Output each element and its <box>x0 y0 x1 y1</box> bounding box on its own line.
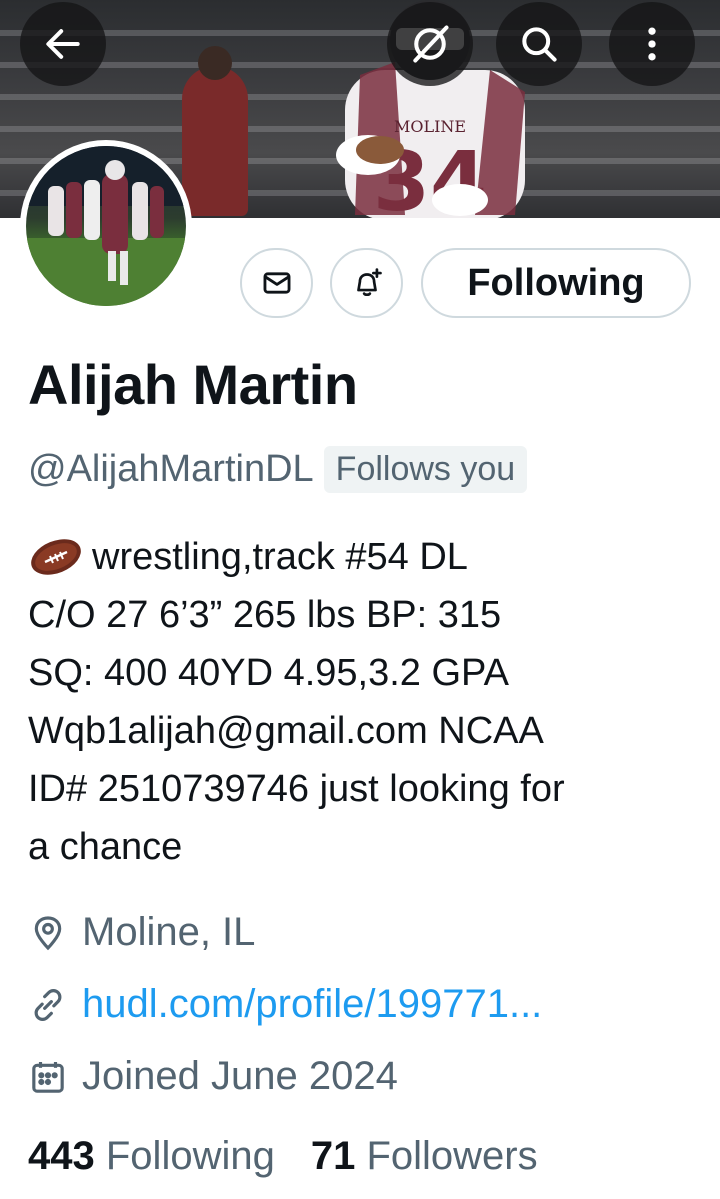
bio-text-line-3: SQ: 400 40YD 4.95,3.2 GPA <box>28 652 509 694</box>
bio-text-line-5: ID# 2510739746 just looking for <box>28 768 565 810</box>
website-link[interactable]: hudl.com/profile/199771... <box>82 982 542 1027</box>
football-emoji-icon <box>31 539 81 575</box>
profile-bio: wrestling,track #54 DL C/O 27 6’3” 265 l… <box>28 528 698 876</box>
more-vertical-icon <box>648 27 656 61</box>
follows-you-badge: Follows you <box>323 446 528 493</box>
search-icon <box>522 27 557 62</box>
joined-date: Joined June 2024 <box>82 1054 398 1098</box>
location-row: Moline, IL <box>28 910 255 955</box>
calendar-icon <box>32 1061 64 1093</box>
followers-count: 71 <box>310 1134 356 1178</box>
bio-text-line-6: a chance <box>28 826 183 868</box>
grok-button[interactable] <box>387 2 473 86</box>
user-handle: @AlijahMartinDL <box>28 448 314 490</box>
display-name: Alijah Martin <box>28 353 358 416</box>
bio-text-line-2: C/O 27 6’3” 265 lbs BP: 315 <box>28 594 502 636</box>
followers-label: Followers <box>366 1134 538 1178</box>
follow-stats: 443 Following 71 Followers <box>28 1134 574 1179</box>
location-pin-icon <box>34 915 62 950</box>
following-label: Following <box>105 1134 275 1178</box>
handle-row: @AlijahMartinDL Follows you <box>28 446 528 493</box>
search-button[interactable] <box>496 2 582 86</box>
website-row[interactable]: hudl.com/profile/199771... <box>28 982 542 1027</box>
followers-stat[interactable]: 71 Followers <box>311 1134 538 1179</box>
bio-text-line-1: wrestling,track #54 DL <box>92 536 468 578</box>
following-stat[interactable]: 443 Following <box>28 1134 275 1179</box>
more-options-button[interactable] <box>609 2 695 86</box>
notify-button[interactable] <box>330 248 403 318</box>
grok-icon <box>413 25 449 63</box>
arrow-left-icon <box>46 29 80 59</box>
bio-line: wrestling,track #54 DL <box>28 528 698 586</box>
mail-icon <box>263 272 290 294</box>
following-count: 443 <box>28 1134 95 1178</box>
message-button[interactable] <box>240 248 313 318</box>
avatar[interactable] <box>20 140 192 312</box>
following-button[interactable]: Following <box>421 248 691 318</box>
svg-text:MOLINE: MOLINE <box>394 117 466 136</box>
bio-text-line-4: Wqb1alijah@gmail.com NCAA <box>28 710 544 752</box>
link-icon <box>34 988 62 1021</box>
back-button[interactable] <box>20 2 106 86</box>
joined-row: Joined June 2024 <box>28 1054 398 1099</box>
bell-plus-icon <box>356 268 382 297</box>
avatar-image <box>26 146 186 306</box>
location-text: Moline, IL <box>82 910 256 954</box>
